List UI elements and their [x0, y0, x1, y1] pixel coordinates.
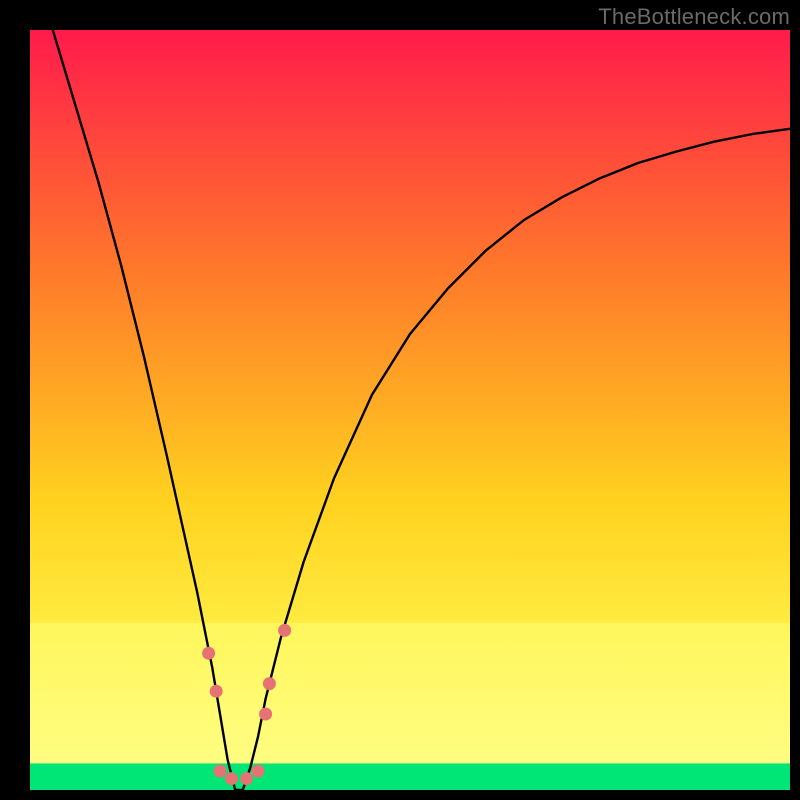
bottleneck-chart [0, 0, 800, 800]
data-marker [202, 647, 215, 660]
data-marker [225, 772, 238, 785]
data-marker [210, 685, 223, 698]
chart-stage: TheBottleneck.com [0, 0, 800, 800]
data-marker [263, 677, 276, 690]
data-marker [240, 772, 253, 785]
data-marker [278, 624, 291, 637]
data-marker [259, 708, 272, 721]
data-marker [252, 765, 265, 778]
watermark-text: TheBottleneck.com [598, 4, 790, 30]
data-marker [214, 765, 227, 778]
